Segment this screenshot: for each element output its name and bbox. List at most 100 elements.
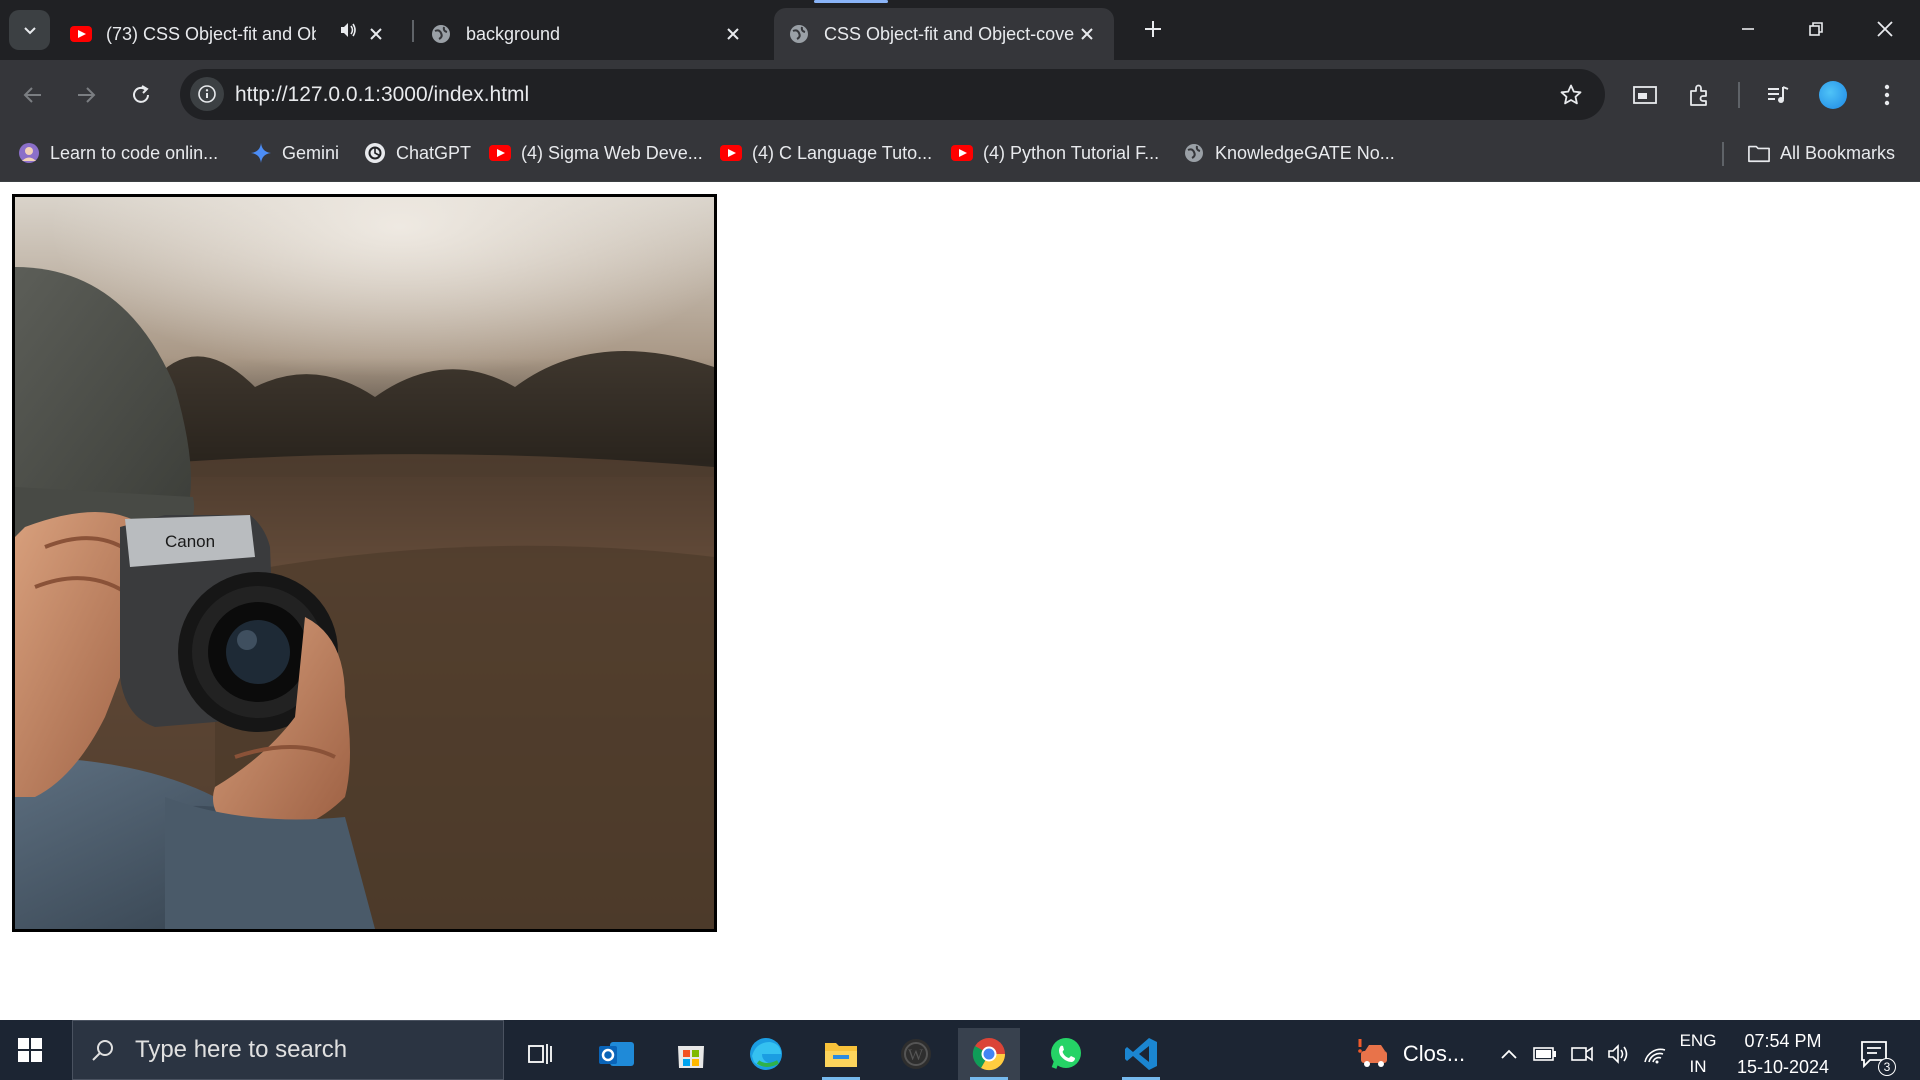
- network-status[interactable]: [1640, 1028, 1670, 1080]
- globe-icon: [430, 23, 452, 45]
- traffic-notification-app[interactable]: Clos...: [1350, 1028, 1470, 1080]
- meet-now[interactable]: [1567, 1028, 1597, 1080]
- bookmark-item[interactable]: (4) Sigma Web Deve...: [489, 138, 703, 168]
- edge-icon: [750, 1038, 782, 1070]
- volume-icon: [1608, 1044, 1628, 1064]
- clock-date: 15-10-2024: [1736, 1056, 1830, 1077]
- file-explorer-app[interactable]: [810, 1028, 872, 1080]
- close-icon[interactable]: [722, 23, 744, 45]
- windows-taskbar: Type here to search W Clos... ENG IN 07:…: [0, 1020, 1920, 1080]
- browser-toolbar: http://127.0.0.1:3000/index.html: [0, 60, 1920, 128]
- site-info-icon[interactable]: [190, 77, 224, 111]
- picture-in-picture-icon[interactable]: [1630, 80, 1660, 110]
- forward-button[interactable]: [71, 80, 101, 110]
- windows-start-button[interactable]: [18, 1038, 42, 1067]
- tab-title: CSS Object-fit and Object-cove: [824, 23, 1074, 44]
- web-page-content: Canon: [0, 182, 1920, 1020]
- all-bookmarks-button[interactable]: All Bookmarks: [1748, 138, 1895, 168]
- task-view-icon: [528, 1044, 552, 1064]
- task-view-button[interactable]: [509, 1028, 571, 1080]
- notification-app-label: Clos...: [1402, 1041, 1466, 1066]
- bookmark-item[interactable]: KnowledgeGATE No...: [1183, 138, 1395, 168]
- reload-button[interactable]: [126, 80, 156, 110]
- microsoft-store-app[interactable]: [660, 1028, 722, 1080]
- minimize-icon: [1742, 28, 1754, 30]
- bookmarks-bar: Learn to code onlin... Gemini ChatGPT (4…: [0, 128, 1920, 182]
- close-icon[interactable]: [365, 23, 387, 45]
- folder-icon: [825, 1043, 857, 1067]
- tab-strip: (73) CSS Object-fit and Obj background C…: [0, 0, 1920, 60]
- gemini-icon: [250, 142, 272, 164]
- reload-icon: [133, 85, 149, 103]
- bookmark-label: ChatGPT: [396, 142, 472, 163]
- bookmark-item[interactable]: ChatGPT: [364, 138, 471, 168]
- bookmark-label: (4) C Language Tuto...: [752, 142, 933, 163]
- toolbar-separator: [1738, 82, 1740, 108]
- battery-icon: [1533, 1047, 1556, 1061]
- show-hidden-icons[interactable]: [1494, 1028, 1524, 1080]
- car-alert-icon: [1358, 1039, 1387, 1067]
- youtube-icon: [951, 142, 973, 164]
- battery-status[interactable]: [1530, 1028, 1560, 1080]
- bookmark-item[interactable]: (4) Python Tutorial F...: [951, 138, 1159, 168]
- profile-avatar[interactable]: [1819, 81, 1847, 109]
- tab-active-css-object-fit[interactable]: CSS Object-fit and Object-cove: [774, 0, 1114, 60]
- bookmarks-separator: [1722, 142, 1724, 166]
- arrow-right-icon: [78, 87, 96, 103]
- speaker-icon[interactable]: [338, 20, 358, 45]
- outlook-icon: [599, 1042, 634, 1066]
- language-indicator[interactable]: ENG IN: [1672, 1028, 1724, 1080]
- url-text[interactable]: http://127.0.0.1:3000/index.html: [235, 83, 529, 107]
- tab-background[interactable]: background: [430, 8, 760, 60]
- close-icon[interactable]: [1076, 23, 1098, 45]
- bookmark-label: Gemini: [282, 142, 340, 163]
- windows-logo-icon: [18, 1038, 42, 1062]
- volume-control[interactable]: [1604, 1028, 1634, 1080]
- tab-title: (73) CSS Object-fit and Obj: [106, 23, 316, 44]
- bookmark-item[interactable]: Gemini: [250, 138, 339, 168]
- edge-browser-app[interactable]: [735, 1028, 797, 1080]
- vscode-app[interactable]: [1110, 1028, 1172, 1080]
- avatar-icon: [18, 142, 40, 164]
- new-tab-button[interactable]: [1140, 16, 1166, 42]
- address-bar[interactable]: http://127.0.0.1:3000/index.html: [180, 69, 1605, 120]
- vscode-icon: [1125, 1038, 1157, 1070]
- bookmark-label: KnowledgeGATE No...: [1215, 142, 1395, 163]
- all-bookmarks-label: All Bookmarks: [1780, 142, 1896, 163]
- tab-search-button[interactable]: [9, 10, 50, 50]
- menu-icon[interactable]: [1872, 80, 1902, 110]
- clock[interactable]: 07:54 PM 15-10-2024: [1728, 1028, 1838, 1080]
- notification-center[interactable]: 3: [1852, 1028, 1898, 1080]
- bookmark-item[interactable]: Learn to code onlin...: [18, 138, 218, 168]
- restore-button[interactable]: [1801, 14, 1831, 44]
- close-window-button[interactable]: [1870, 14, 1900, 44]
- arrow-left-icon: [23, 87, 41, 103]
- extensions-icon[interactable]: [1684, 80, 1714, 110]
- audio-indicator-line: [814, 0, 888, 3]
- svg-text:W: W: [908, 1047, 924, 1064]
- minimize-button[interactable]: [1733, 14, 1763, 44]
- chrome-app[interactable]: [958, 1028, 1020, 1080]
- bookmark-label: Learn to code onlin...: [50, 142, 219, 163]
- youtube-icon: [489, 142, 511, 164]
- camera-icon: [1571, 1046, 1593, 1062]
- bookmark-label: (4) Sigma Web Deve...: [521, 142, 703, 163]
- whatsapp-app[interactable]: [1035, 1028, 1097, 1080]
- youtube-icon: [720, 142, 742, 164]
- media-control-icon[interactable]: [1763, 80, 1793, 110]
- chevron-up-icon: [1501, 1049, 1517, 1059]
- plus-icon: [1145, 21, 1161, 37]
- globe-icon: [788, 23, 810, 45]
- bookmark-item[interactable]: (4) C Language Tuto...: [720, 138, 932, 168]
- taskbar-search-box[interactable]: Type here to search: [72, 1020, 504, 1080]
- microsoft-store-icon: [678, 1046, 704, 1068]
- back-button[interactable]: [18, 80, 48, 110]
- wordpress-app[interactable]: W: [885, 1028, 947, 1080]
- outlook-app[interactable]: [586, 1028, 648, 1080]
- bookmark-label: (4) Python Tutorial F...: [983, 142, 1160, 163]
- close-icon: [1877, 21, 1893, 37]
- chevron-down-icon: [23, 27, 36, 35]
- restore-icon: [1809, 22, 1823, 36]
- region-label: IN: [1689, 1057, 1707, 1076]
- bookmark-star-icon[interactable]: [1559, 83, 1583, 112]
